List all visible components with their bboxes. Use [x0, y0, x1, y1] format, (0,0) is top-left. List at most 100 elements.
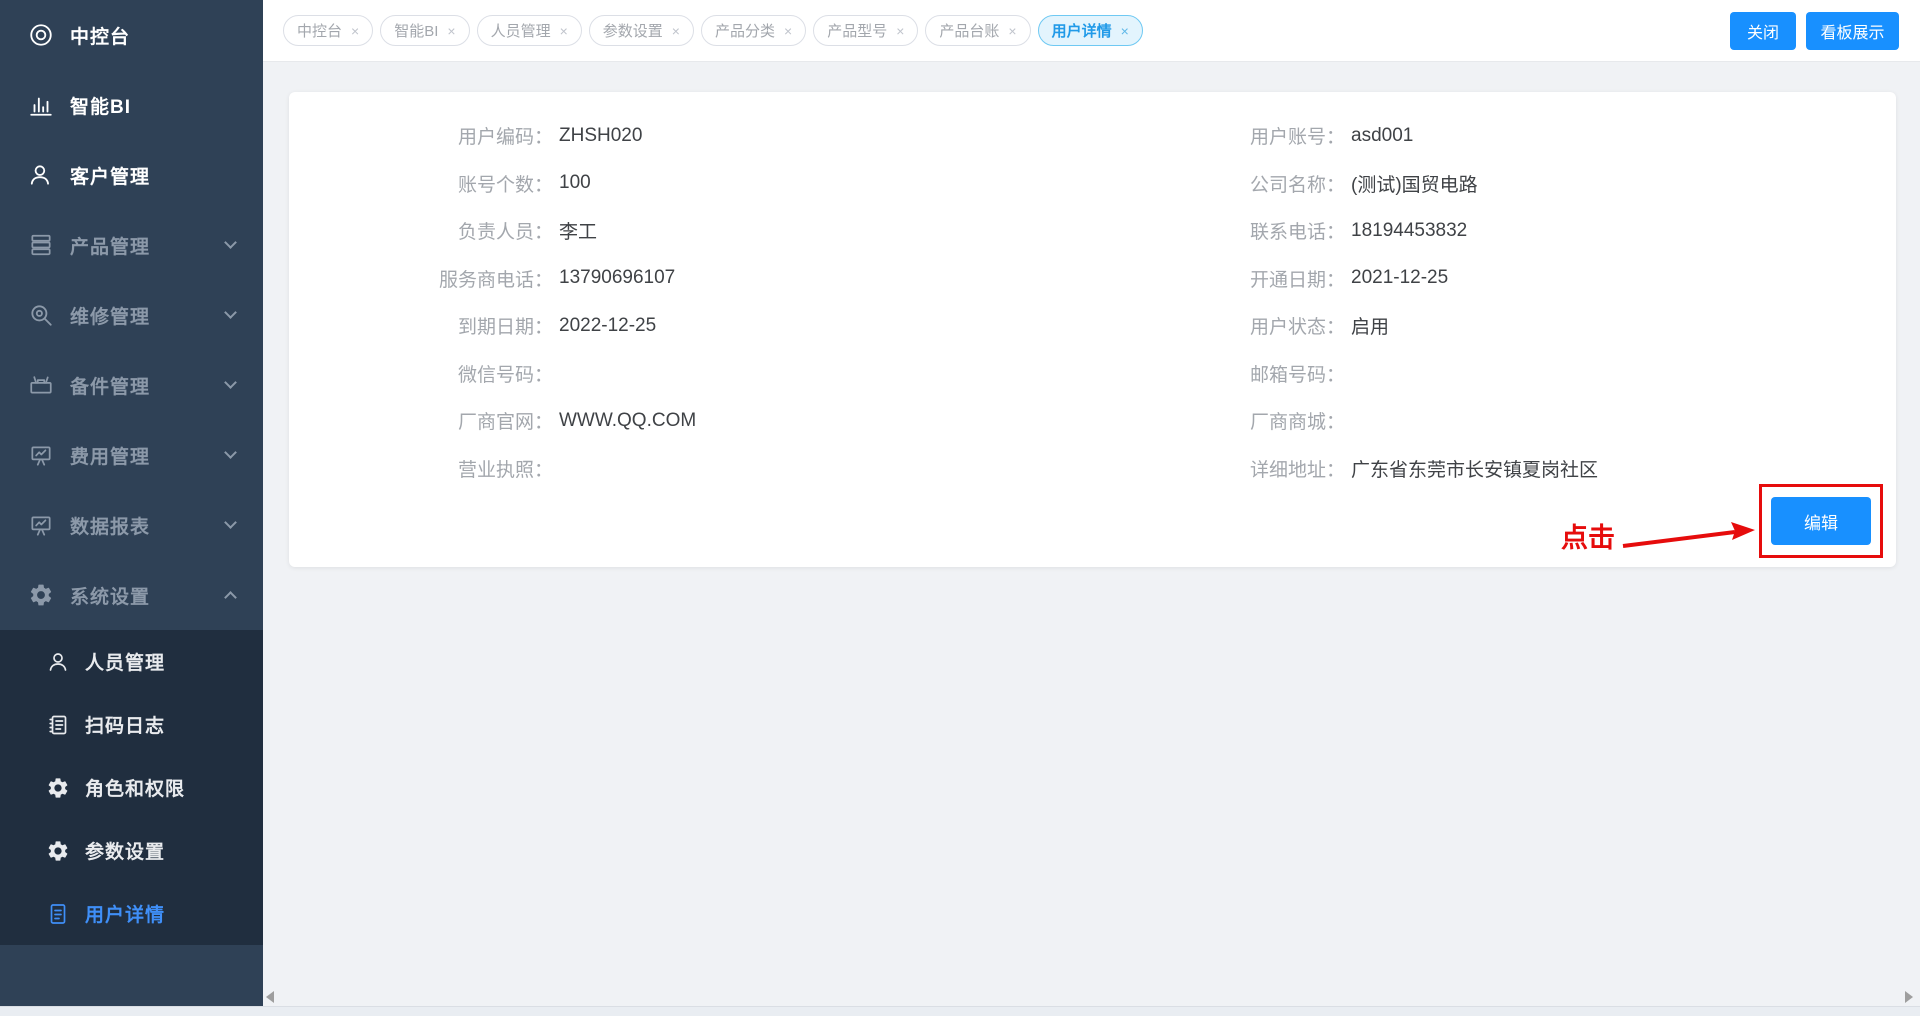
- field-label: 微信号码：: [289, 360, 553, 387]
- field-value: asd001: [1351, 125, 1413, 147]
- close-icon[interactable]: ×: [351, 23, 359, 39]
- report-board-icon: [28, 512, 54, 538]
- field-label: 营业执照：: [289, 455, 553, 482]
- scroll-right-arrow-icon[interactable]: [1905, 991, 1913, 1003]
- field-row-user-account: 用户账号： asd001: [1092, 112, 1896, 160]
- field-row-company-name: 公司名称： (测试)国贸电路: [1092, 160, 1896, 208]
- field-value: (测试)国贸电路: [1351, 170, 1478, 197]
- sidebar-item-label: 费用管理: [70, 442, 150, 469]
- customer-icon: [28, 162, 54, 188]
- field-row-vendor-website: 厂商官网： WWW.QQ.COM: [289, 397, 1092, 445]
- chevron-down-icon: [224, 376, 237, 389]
- sidebar-item-label: 系统设置: [70, 582, 150, 609]
- close-button[interactable]: 关闭: [1730, 12, 1796, 50]
- field-row-open-date: 开通日期： 2021-12-25: [1092, 255, 1896, 303]
- tab-label: 产品型号: [827, 20, 887, 41]
- sidebar-item-label: 扫码日志: [85, 711, 165, 738]
- system-settings-submenu: 人员管理 扫码日志 角色和权限 参数设置 用户详情: [0, 630, 263, 945]
- field-value: 2022-12-25: [559, 315, 656, 337]
- field-row-account-count: 账号个数： 100: [289, 160, 1092, 208]
- close-icon[interactable]: ×: [560, 23, 568, 39]
- field-row-provider-phone: 服务商电话： 13790696107: [289, 255, 1092, 303]
- field-row-user-code: 用户编码： ZHSH020: [289, 112, 1092, 160]
- sidebar-item-smart-bi[interactable]: 智能BI: [0, 70, 263, 140]
- tab-console[interactable]: 中控台 ×: [283, 15, 373, 46]
- field-row-detailed-address: 详细地址： 广东省东莞市长安镇夏岗社区: [1092, 445, 1896, 493]
- tab-label: 人员管理: [491, 20, 551, 41]
- close-icon[interactable]: ×: [1008, 23, 1016, 39]
- tab-smart-bi[interactable]: 智能BI ×: [380, 15, 469, 46]
- close-icon[interactable]: ×: [784, 23, 792, 39]
- scroll-left-arrow-icon[interactable]: [266, 991, 274, 1003]
- board-display-button[interactable]: 看板展示: [1806, 12, 1899, 50]
- sidebar-subitem-roles-permissions[interactable]: 角色和权限: [0, 756, 263, 819]
- field-row-wechat: 微信号码：: [289, 350, 1092, 398]
- field-label: 联系电话：: [1092, 217, 1345, 244]
- sidebar-item-data-reports[interactable]: 数据报表: [0, 490, 263, 560]
- sidebar-item-label: 备件管理: [70, 372, 150, 399]
- field-value: WWW.QQ.COM: [559, 410, 696, 432]
- field-label: 邮箱号码：: [1092, 360, 1345, 387]
- field-label: 账号个数：: [289, 170, 553, 197]
- field-label: 开通日期：: [1092, 265, 1345, 292]
- tab-product-model[interactable]: 产品型号 ×: [813, 15, 918, 46]
- sidebar-item-label: 智能BI: [70, 92, 131, 119]
- field-value: 18194453832: [1351, 220, 1467, 242]
- roles-gear-icon: [46, 776, 70, 800]
- chevron-up-icon: [224, 591, 237, 604]
- tab-parameter-settings[interactable]: 参数设置 ×: [589, 15, 694, 46]
- chevron-down-icon: [224, 236, 237, 249]
- chevron-down-icon: [224, 446, 237, 459]
- close-icon[interactable]: ×: [672, 23, 680, 39]
- sidebar-item-label: 产品管理: [70, 232, 150, 259]
- field-row-email: 邮箱号码：: [1092, 350, 1896, 398]
- tab-label: 参数设置: [603, 20, 663, 41]
- repair-icon: [28, 302, 54, 328]
- sidebar-item-system-settings[interactable]: 系统设置: [0, 560, 263, 630]
- field-row-responsible-person: 负责人员： 李工: [289, 207, 1092, 255]
- tab-user-detail[interactable]: 用户详情 ×: [1038, 15, 1143, 46]
- field-value: ZHSH020: [559, 125, 642, 147]
- field-label: 负责人员：: [289, 217, 553, 244]
- person-icon: [46, 650, 70, 674]
- close-icon[interactable]: ×: [447, 23, 455, 39]
- params-gear-icon: [46, 839, 70, 863]
- tab-personnel-management[interactable]: 人员管理 ×: [477, 15, 582, 46]
- sidebar-item-label: 中控台: [70, 22, 130, 49]
- sidebar-subitem-parameter-settings[interactable]: 参数设置: [0, 819, 263, 882]
- chevron-down-icon: [224, 516, 237, 529]
- tab-product-ledger[interactable]: 产品台账 ×: [925, 15, 1030, 46]
- sidebar-item-repair-management[interactable]: 维修管理: [0, 280, 263, 350]
- sidebar-item-console[interactable]: 中控台: [0, 0, 263, 70]
- scan-log-icon: [46, 713, 70, 737]
- sidebar-item-product-management[interactable]: 产品管理: [0, 210, 263, 280]
- field-value: 2021-12-25: [1351, 267, 1448, 289]
- red-arrow-annotation: [1615, 512, 1765, 557]
- field-value: 启用: [1351, 312, 1389, 339]
- detail-right-column: 用户账号： asd001 公司名称： (测试)国贸电路 联系电话： 181944…: [1092, 112, 1896, 492]
- tab-label: 中控台: [297, 20, 342, 41]
- expense-board-icon: [28, 442, 54, 468]
- sidebar-item-customer-management[interactable]: 客户管理: [0, 140, 263, 210]
- sidebar-item-label: 维修管理: [70, 302, 150, 329]
- edit-button[interactable]: 编辑: [1771, 497, 1871, 545]
- spare-parts-icon: [28, 372, 54, 398]
- tab-label: 智能BI: [394, 20, 438, 41]
- field-label: 用户账号：: [1092, 122, 1345, 149]
- user-detail-icon: [46, 902, 70, 926]
- sidebar-subitem-user-detail[interactable]: 用户详情: [0, 882, 263, 945]
- sidebar-item-label: 参数设置: [85, 837, 165, 864]
- close-icon[interactable]: ×: [896, 23, 904, 39]
- sidebar-subitem-scan-log[interactable]: 扫码日志: [0, 693, 263, 756]
- sidebar-item-expense-management[interactable]: 费用管理: [0, 420, 263, 490]
- field-label: 详细地址：: [1092, 455, 1345, 482]
- close-icon[interactable]: ×: [1121, 23, 1129, 39]
- bi-chart-icon: [28, 92, 54, 118]
- sidebar-item-spare-parts-management[interactable]: 备件管理: [0, 350, 263, 420]
- sidebar-subitem-personnel-management[interactable]: 人员管理: [0, 630, 263, 693]
- bottom-scrollbar-strip[interactable]: [0, 1006, 1920, 1016]
- tab-product-category[interactable]: 产品分类 ×: [701, 15, 806, 46]
- field-value: 100: [559, 172, 591, 194]
- field-label: 厂商官网：: [289, 407, 553, 434]
- sidebar-item-label: 数据报表: [70, 512, 150, 539]
